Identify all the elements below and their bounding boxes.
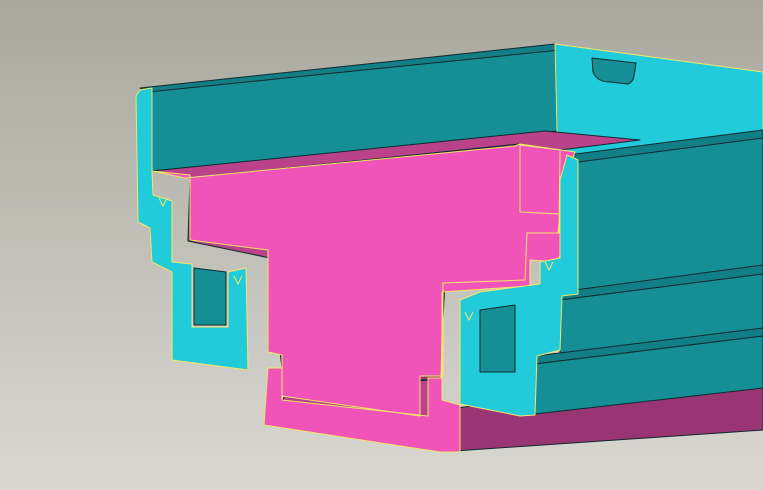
left-pocket <box>193 267 227 326</box>
model-render <box>0 0 763 490</box>
right-pocket <box>479 304 516 373</box>
cad-viewport[interactable] <box>0 0 763 490</box>
